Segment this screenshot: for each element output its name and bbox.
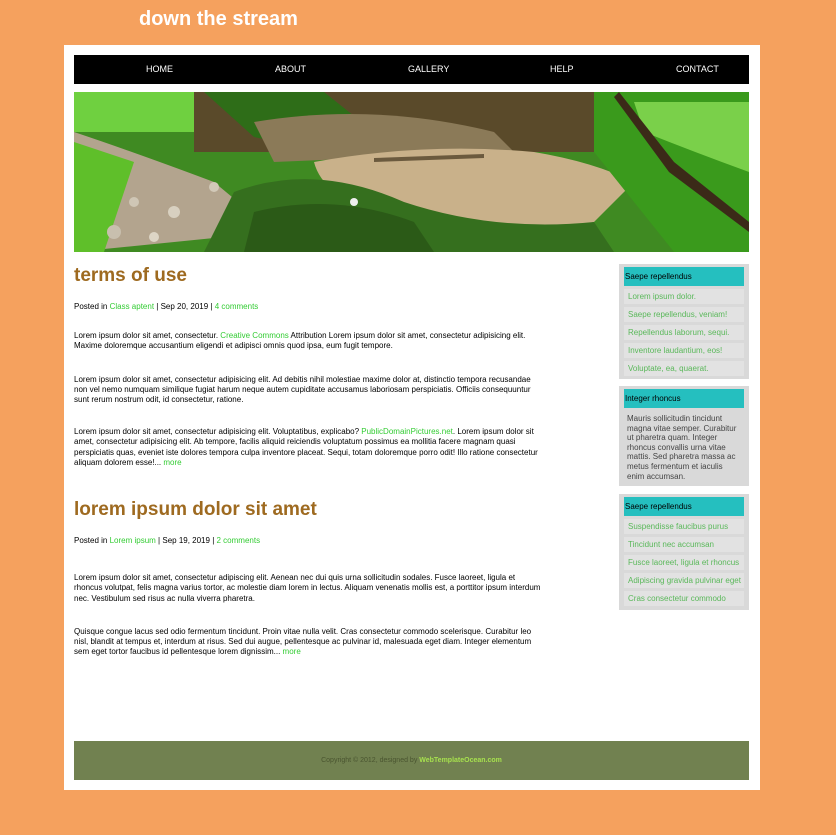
- post-paragraph: Lorem ipsum dolor sit amet, consectetur.…: [74, 331, 544, 351]
- comments-link[interactable]: 2 comments: [217, 536, 261, 545]
- comments-link[interactable]: 4 comments: [215, 302, 259, 311]
- post-meta: Posted in Lorem ipsum | Sep 19, 2019 | 2…: [74, 535, 261, 545]
- paragraph-text: Lorem ipsum dolor sit amet, consectetur …: [74, 427, 362, 437]
- sidebar-box-links: Saepe repellendus Suspendisse faucibus p…: [619, 494, 749, 610]
- sidebar-heading: Saepe repellendus: [624, 497, 744, 516]
- sidebar-link[interactable]: Tincidunt nec accumsan: [624, 537, 744, 552]
- creative-commons-link[interactable]: Creative Commons: [220, 331, 288, 340]
- sidebar-heading: Integer rhoncus: [624, 389, 744, 408]
- sidebar-link[interactable]: Suspendisse faucibus purus: [624, 519, 744, 534]
- nav-about[interactable]: ABOUT: [275, 55, 306, 84]
- sidebar-link[interactable]: Fusce laoreet, ligula et rhoncus: [624, 555, 744, 570]
- main-content: terms of use Posted in Class aptent | Se…: [74, 265, 544, 658]
- paragraph-text: Quisque congue lacus sed odio fermentum …: [74, 626, 532, 657]
- sidebar-link[interactable]: Inventore laudantium, eos!: [624, 343, 744, 358]
- page-body: { "site": { "title": "down the stream" }…: [0, 0, 836, 835]
- post-date: Sep 20, 2019: [160, 301, 209, 311]
- nav-contact[interactable]: CONTACT: [676, 55, 719, 84]
- paragraph-text: Lorem ipsum dolor sit amet, consectetur.: [74, 331, 221, 341]
- post-title: terms of use: [74, 265, 187, 286]
- main-nav: HOME ABOUT GALLERY HELP CONTACT: [74, 55, 749, 84]
- sidebar-link[interactable]: Saepe repellendus, veniam!: [624, 307, 744, 322]
- post-paragraph: Lorem ipsum dolor sit amet, consectetur …: [74, 573, 541, 603]
- post-paragraph: Quisque congue lacus sed odio fermentum …: [74, 627, 544, 658]
- sidebar-heading: Saepe repellendus: [624, 267, 744, 286]
- sidebar-box-text: Integer rhoncus Mauris sollicitudin tinc…: [619, 386, 749, 486]
- sidebar-link[interactable]: Adipiscing gravida pulvinar eget: [624, 573, 744, 588]
- post-paragraph: Lorem ipsum dolor sit amet, consectetur …: [74, 427, 544, 468]
- post-title: lorem ipsum dolor sit amet: [74, 499, 317, 521]
- sidebar-link[interactable]: Voluptate, ea, quaerat.: [624, 361, 744, 376]
- footer-copyright: Copyright © 2012, designed by: [321, 757, 420, 764]
- footer-designer-link[interactable]: WebTemplateOcean.com: [419, 757, 502, 764]
- banner-image: [74, 92, 749, 252]
- meta-posted-in: Posted in: [74, 535, 110, 545]
- sidebar-box-links: Saepe repellendus Lorem ipsum dolor. Sae…: [619, 264, 749, 379]
- sidebar-link[interactable]: Cras consectetur commodo: [624, 591, 744, 606]
- post-meta: Posted in Class aptent | Sep 20, 2019 | …: [74, 301, 259, 311]
- meta-posted-in: Posted in: [74, 301, 110, 311]
- page-container: HOME ABOUT GALLERY HELP CONTACT terms of…: [64, 45, 760, 790]
- nav-home[interactable]: HOME: [146, 55, 173, 84]
- public-domain-pictures-link[interactable]: PublicDomainPictures.net: [361, 427, 453, 436]
- more-link[interactable]: more: [163, 458, 181, 467]
- post-paragraph: Lorem ipsum dolor sit amet, consectetur …: [74, 374, 531, 404]
- nav-gallery[interactable]: GALLERY: [408, 55, 449, 84]
- footer: Copyright © 2012, designed by WebTemplat…: [74, 741, 749, 780]
- nav-help[interactable]: HELP: [550, 55, 574, 84]
- stream-landscape-image: [74, 92, 749, 252]
- more-link[interactable]: more: [283, 647, 301, 656]
- sidebar-text: Mauris sollicitudin tincidunt magna vita…: [627, 414, 737, 481]
- site-title: down the stream: [139, 8, 298, 30]
- post-date: Sep 19, 2019: [162, 535, 210, 545]
- category-link[interactable]: Lorem ipsum: [110, 536, 156, 545]
- sidebar-link[interactable]: Lorem ipsum dolor.: [624, 289, 744, 304]
- sidebar-link[interactable]: Repellendus laborum, sequi.: [624, 325, 744, 340]
- category-link[interactable]: Class aptent: [110, 302, 154, 311]
